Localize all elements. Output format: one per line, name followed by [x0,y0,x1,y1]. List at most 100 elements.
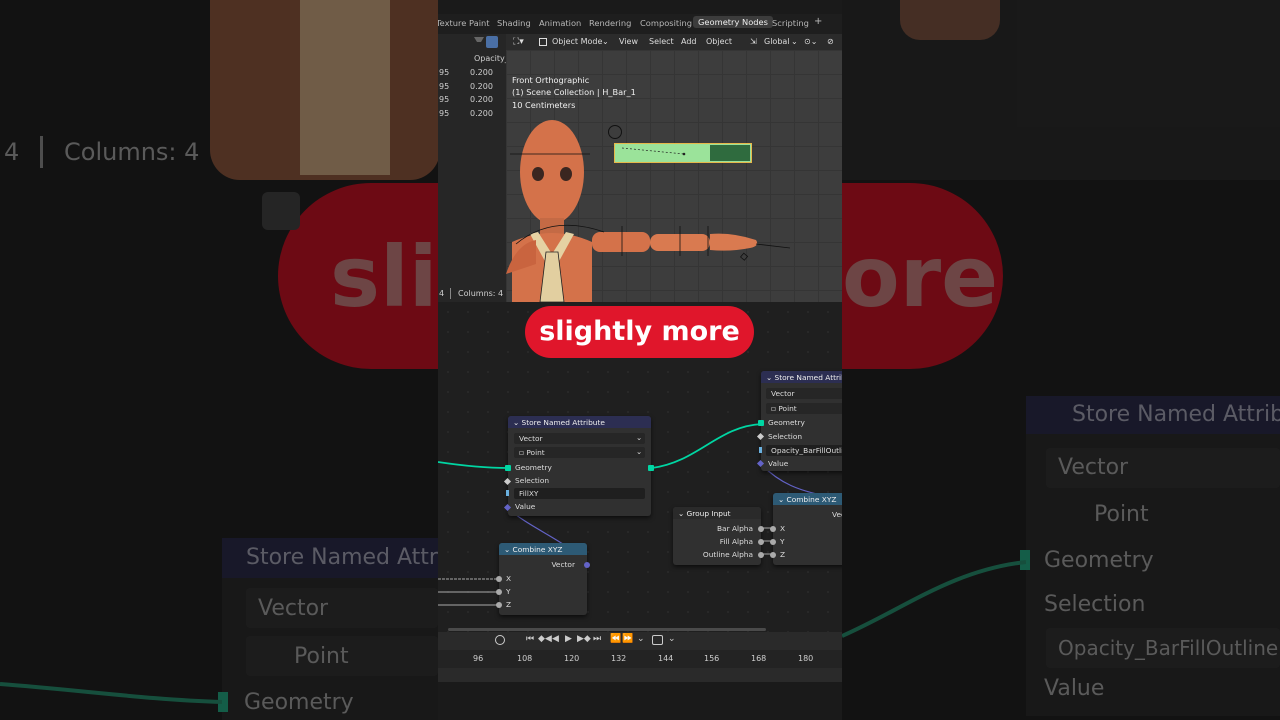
spreadsheet-panel: Opacity_ 95 0.200 95 0.200 95 0.200 95 0… [438,34,509,302]
y-input-socket[interactable] [496,589,502,595]
store-named-attribute-node[interactable]: ⌄ Store Named Attribute Vector ⌄ ▫ Point… [503,416,654,516]
x-label: X [506,574,512,583]
fill-alpha-socket[interactable] [758,539,764,545]
next-marker-icon[interactable]: ⏩ [622,634,633,644]
blender-window: Texture Paint Shading Animation Renderin… [438,0,842,720]
character-hand [710,233,758,251]
selection-label: Selection [515,476,550,485]
combine-xyz-node[interactable]: ⌄ Combine XYZ Vector X Y Z [496,543,590,615]
node-header[interactable]: ⌄ Store Named Attrib [761,371,842,383]
play-icon[interactable]: ▶ [565,634,572,644]
node-header[interactable]: ⌄ Combine XYZ [773,493,842,505]
sheet-row-2-index: 95 [439,82,450,91]
next-keyframe-icon[interactable]: ▶◆ [577,634,591,644]
domain-dropdown[interactable]: ▫ Point [766,403,842,414]
data-type-dropdown[interactable]: Vector [766,388,842,399]
geometry-input-socket[interactable] [758,420,764,426]
prev-keyframe-icon[interactable]: ◆◀ [538,634,552,644]
tab-rendering[interactable]: Rendering [589,18,631,28]
geometry-input-socket[interactable] [505,465,511,471]
timeline[interactable]: ⏮ ◆◀ ◀ ▶ ▶◆ ⏭ ⏪ ⏩ ⌄ ⌄ 96 108 120 132 144… [438,632,842,682]
collapse-chevron-icon[interactable]: ⌄ [513,418,522,427]
tab-geometry-nodes[interactable]: Geometry Nodes [693,16,773,28]
status-bar [438,682,842,720]
z-input-socket[interactable] [770,552,776,558]
node-title: Combine XYZ [512,545,563,554]
x-label: X [780,524,786,533]
data-type-dropdown[interactable]: Vector [514,433,645,444]
keying-dropdown-chevron-icon[interactable]: ⌄ [668,634,676,644]
node-header[interactable]: ⌄ Combine XYZ [499,543,587,555]
menu-object[interactable]: Object [706,37,732,46]
vector-output-label: Vec [832,510,842,519]
sheet-row-1-value: 0.200 [470,68,493,77]
dropdown-chevron-icon[interactable]: ⌄ [637,634,645,644]
node-title: Store Named Attrib [774,373,842,382]
armature-finger-line [755,243,791,249]
attribute-name-field[interactable]: Opacity_BarFillOutlin [766,445,842,456]
prev-marker-icon[interactable]: ⏪ [610,634,621,644]
name-socket[interactable] [506,490,509,496]
frame-96: 96 [473,654,484,663]
empty-object-circle[interactable] [608,125,622,139]
combine-xyz-node-2[interactable]: ⌄ Combine XYZ Vec X Y Z [770,493,842,565]
store-named-attribute-node-2[interactable]: ⌄ Store Named Attrib Vector ▫ Point Geom… [756,371,842,471]
add-workspace-button[interactable]: + [814,16,822,27]
jump-end-icon[interactable]: ⏭ [593,634,601,644]
collapse-chevron-icon[interactable]: ⌄ [778,495,787,504]
x-input-socket[interactable] [770,526,776,532]
geometry-input-label: Geometry [515,463,552,472]
tab-shading[interactable]: Shading [497,18,531,28]
collapse-chevron-icon[interactable]: ⌄ [766,373,775,382]
object-mode-dropdown[interactable]: Object Mode [552,37,602,46]
dropdown-chevron-icon: ⌄ [636,433,643,442]
sheet-footer-divider [450,288,451,299]
value-label: Value [768,459,789,468]
jump-start-icon[interactable]: ⏮ [526,634,534,644]
y-input-socket[interactable] [770,539,776,545]
keyframe-dot-icon[interactable] [495,635,505,645]
3d-viewport[interactable]: ⛶▾ Object Mode ⌄ View Select Add Object … [506,34,842,302]
menu-add[interactable]: Add [681,37,697,46]
frame-168: 168 [751,654,767,663]
tab-compositing[interactable]: Compositing [640,18,692,28]
attribute-name-field[interactable]: FillXY [514,488,645,499]
z-label: Z [506,600,512,609]
z-label: Z [780,550,786,559]
tab-texture-paint[interactable]: Texture Paint [438,18,490,28]
bar-dashed-line [621,147,686,156]
tab-animation[interactable]: Animation [539,18,581,28]
tab-scripting[interactable]: Scripting [772,18,809,28]
node-header[interactable]: ⌄ Store Named Attribute [508,416,651,428]
domain-dropdown[interactable]: ▫ Point [514,447,645,458]
x-input-socket[interactable] [496,576,502,582]
dropdown-chevron-icon: ⌄ [636,447,643,456]
outline-alpha-socket[interactable] [758,552,764,558]
geometry-output-socket[interactable] [648,465,654,471]
y-label: Y [780,537,785,546]
menu-select[interactable]: Select [649,37,674,46]
pivot-icon[interactable]: ⊙⌄ [804,37,817,46]
vector-output-socket[interactable] [584,562,590,568]
character-right-eye [560,167,572,181]
sheet-footer-count: 4 [439,289,445,298]
menu-view[interactable]: View [619,37,638,46]
collapse-chevron-icon[interactable]: ⌄ [678,509,687,518]
snap-icon[interactable]: ⊘ [827,37,834,46]
node-editor-scrollbar[interactable] [448,628,766,631]
bar-alpha-socket[interactable] [758,526,764,532]
sheet-row-2-value: 0.200 [470,82,493,91]
character-left-eye [532,167,544,181]
name-socket[interactable] [759,447,762,453]
funnel-icon[interactable] [486,36,498,48]
auto-keying-icon[interactable] [652,635,663,645]
orientation-dropdown[interactable]: Global [764,37,790,46]
filter-icon[interactable] [474,37,484,46]
editor-type-icon[interactable]: ⛶▾ [513,37,524,47]
z-input-socket[interactable] [496,602,502,608]
play-reverse-icon[interactable]: ◀ [552,634,559,644]
node-header[interactable]: ⌄ Group Input [673,507,761,519]
sheet-row-4-value: 0.200 [470,109,493,118]
group-input-node[interactable]: ⌄ Group Input Bar Alpha Fill Alpha Outli… [673,507,764,565]
collapse-chevron-icon[interactable]: ⌄ [504,545,513,554]
